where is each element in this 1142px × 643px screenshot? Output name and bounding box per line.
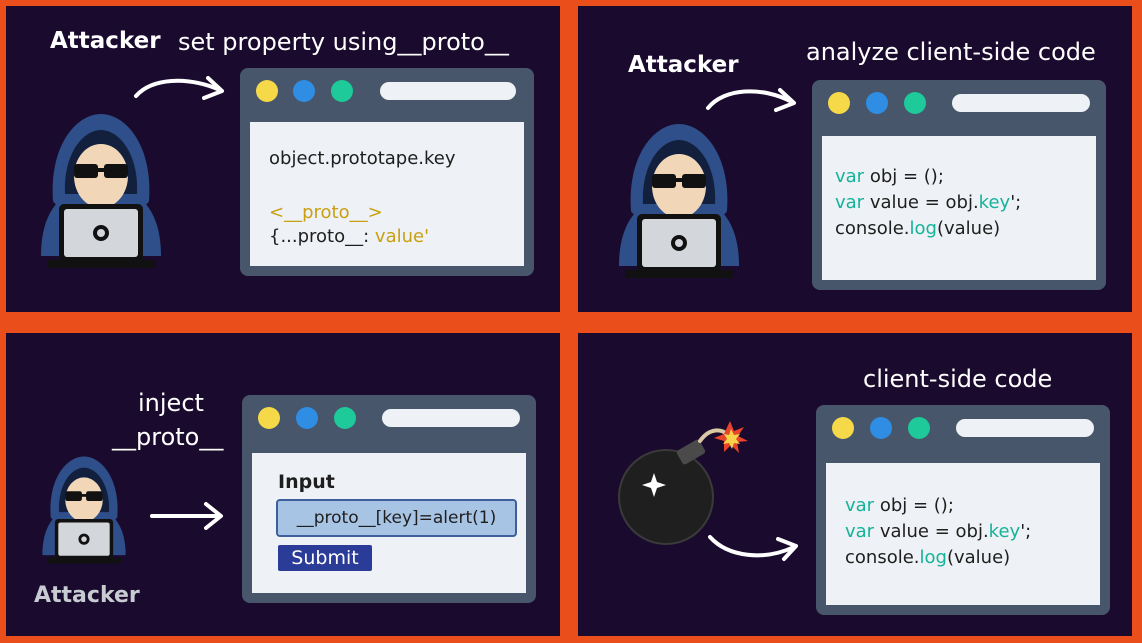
hacker-figure bbox=[41, 114, 161, 268]
code-text: '; bbox=[1020, 521, 1032, 542]
keyword: var bbox=[835, 192, 865, 213]
window-dot-green bbox=[904, 92, 926, 114]
arrow-icon bbox=[706, 88, 796, 112]
window-dot-blue bbox=[866, 92, 888, 114]
code-text: {...proto__: bbox=[269, 226, 375, 247]
hacker-figure bbox=[42, 456, 126, 564]
window-dot-green bbox=[331, 80, 353, 102]
panel-client-side-code: client-side code var obj = (); var value… bbox=[578, 333, 1132, 636]
actor-label: Attacker bbox=[34, 583, 140, 608]
code-line: console.log(value) bbox=[845, 547, 1010, 568]
method: log bbox=[909, 218, 937, 239]
code-line: {...proto__: value' bbox=[269, 226, 429, 247]
panel-inject-proto: inject __proto__ Attacker Input __proto_… bbox=[6, 333, 560, 636]
code-line: var value = obj.key'; bbox=[845, 521, 1031, 542]
address-bar bbox=[952, 94, 1090, 112]
keyword: var bbox=[845, 521, 875, 542]
property: key bbox=[988, 521, 1021, 542]
window-dot-yellow bbox=[832, 417, 854, 439]
code-line: console.log(value) bbox=[835, 218, 1000, 239]
panel-analyze-code: Attacker analyze client-side code var ob… bbox=[578, 6, 1132, 312]
code-line: <__proto__> bbox=[269, 202, 383, 223]
code-area: object.prototape.key <__proto__> {...pro… bbox=[250, 122, 524, 266]
method: log bbox=[919, 547, 947, 568]
browser-window: var obj = (); var value = obj.key'; cons… bbox=[816, 405, 1110, 615]
window-dot-yellow bbox=[828, 92, 850, 114]
code-text: (value) bbox=[936, 218, 1001, 239]
panel-caption: inject bbox=[138, 389, 204, 417]
browser-window: object.prototape.key <__proto__> {...pro… bbox=[240, 68, 534, 276]
code-area: var obj = (); var value = obj.key'; cons… bbox=[822, 136, 1096, 280]
code-text: obj = (); bbox=[874, 495, 954, 516]
panel-caption: __proto__ bbox=[112, 423, 224, 451]
browser-window: Input __proto__[key]=alert(1) Submit bbox=[242, 395, 536, 603]
hacker-figure bbox=[619, 124, 739, 278]
property: key bbox=[978, 192, 1011, 213]
code-line: var obj = (); bbox=[835, 166, 944, 187]
panel-caption: client-side code bbox=[863, 365, 1053, 393]
address-bar bbox=[382, 409, 520, 427]
input-label: Input bbox=[278, 471, 335, 493]
address-bar bbox=[956, 419, 1094, 437]
actor-label: Attacker bbox=[50, 28, 161, 54]
window-dot-green bbox=[334, 407, 356, 429]
address-bar bbox=[380, 82, 516, 100]
code-text: console. bbox=[835, 218, 910, 239]
code-text: (value) bbox=[946, 547, 1011, 568]
code-text: value = obj. bbox=[864, 192, 979, 213]
window-dot-yellow bbox=[258, 407, 280, 429]
window-dot-blue bbox=[870, 417, 892, 439]
code-text: console. bbox=[845, 547, 920, 568]
keyword: var bbox=[835, 166, 865, 187]
code-line: object.prototape.key bbox=[269, 148, 456, 169]
code-text: '; bbox=[1010, 192, 1022, 213]
window-dot-blue bbox=[293, 80, 315, 102]
arrow-icon bbox=[134, 76, 224, 100]
window-dot-blue bbox=[296, 407, 318, 429]
code-line: var value = obj.key'; bbox=[835, 192, 1021, 213]
submit-button[interactable]: Submit bbox=[278, 545, 372, 571]
arrow-right-icon bbox=[150, 502, 223, 530]
browser-window: var obj = (); var value = obj.key'; cons… bbox=[812, 80, 1106, 290]
form-area: Input __proto__[key]=alert(1) Submit bbox=[252, 453, 526, 593]
window-dot-yellow bbox=[256, 80, 278, 102]
window-dot-green bbox=[908, 417, 930, 439]
actor-label: Attacker bbox=[628, 52, 739, 78]
arrow-icon bbox=[708, 535, 798, 561]
code-text: obj = (); bbox=[864, 166, 944, 187]
proto-input[interactable]: __proto__[key]=alert(1) bbox=[276, 499, 517, 537]
panel-set-property: Attacker set property using__proto__ obj… bbox=[6, 6, 560, 312]
code-value: value' bbox=[374, 226, 430, 247]
code-text: value = obj. bbox=[874, 521, 989, 542]
code-area: var obj = (); var value = obj.key'; cons… bbox=[826, 463, 1100, 605]
panel-caption: analyze client-side code bbox=[806, 38, 1096, 66]
keyword: var bbox=[845, 495, 875, 516]
panel-caption: set property using__proto__ bbox=[178, 28, 509, 56]
code-line: var obj = (); bbox=[845, 495, 954, 516]
